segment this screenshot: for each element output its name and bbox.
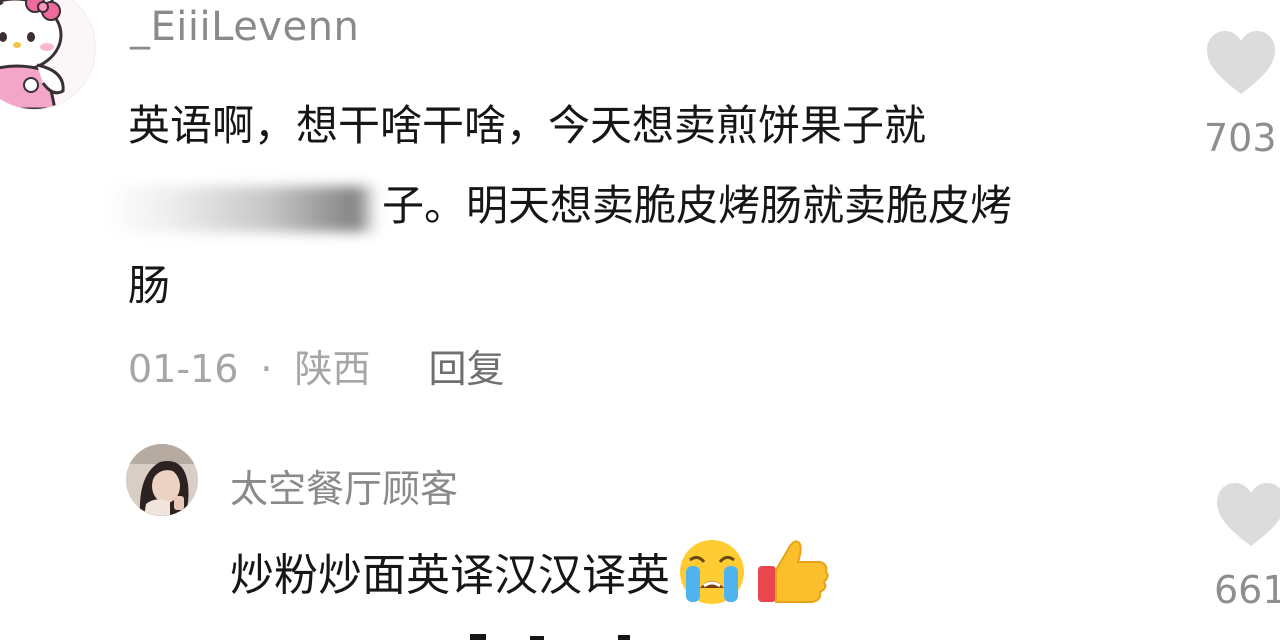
comment-date: 01-16 [128, 347, 239, 391]
reply-button[interactable]: 回复 [429, 347, 505, 391]
reply-username[interactable]: 太空餐厅顾客 [230, 458, 458, 513]
blurred-text-overlay [108, 185, 378, 232]
comment-line-3: 肠 [128, 261, 171, 310]
comment-screen: _EiiiLevenn 英语啊，想干啥干啥，今天想卖煎饼果子就 子。明天想卖脆皮… [0, 0, 1280, 640]
comment-line-2-wrapper: 子。明天想卖脆皮烤肠就卖脆皮烤 [108, 166, 1158, 246]
reply-user-avatar[interactable] [126, 444, 198, 516]
comment-line-1: 英语啊，想干啥干啥，今天想卖煎饼果子就 [128, 101, 927, 150]
comment-meta: 01-16 · 陕西 回复 [128, 338, 505, 393]
reply-like-count: 661 [1214, 568, 1280, 612]
hello-kitty-avatar-icon [0, 0, 95, 109]
loudly-crying-face-emoji [680, 540, 744, 604]
reply-body: 炒粉炒面英译汉汉译英 [230, 536, 834, 606]
comment-line-2: 子。明天想卖脆皮烤肠就卖脆皮烤 [382, 181, 1013, 230]
comment-username[interactable]: _EiiiLevenn [130, 4, 359, 50]
heart-icon[interactable] [1204, 28, 1278, 98]
meta-separator: · [260, 347, 273, 391]
comment-location: 陕西 [294, 347, 371, 391]
heart-icon[interactable] [1214, 480, 1280, 550]
comment-like-group: 703 [1204, 28, 1280, 160]
thumbs-up-emoji [758, 540, 829, 603]
reply-text: 炒粉炒面英译汉汉译英 [230, 550, 670, 601]
user-photo-avatar-icon [126, 444, 198, 516]
reply-like-group: 661 [1214, 480, 1280, 612]
user-avatar-main[interactable] [0, 0, 96, 110]
comment-like-count: 703 [1204, 116, 1277, 160]
comment-body: 英语啊，想干啥干啥，今天想卖煎饼果子就 子。明天想卖脆皮烤肠就卖脆皮烤 肠 [108, 86, 1158, 326]
cropped-next-text [470, 634, 630, 640]
